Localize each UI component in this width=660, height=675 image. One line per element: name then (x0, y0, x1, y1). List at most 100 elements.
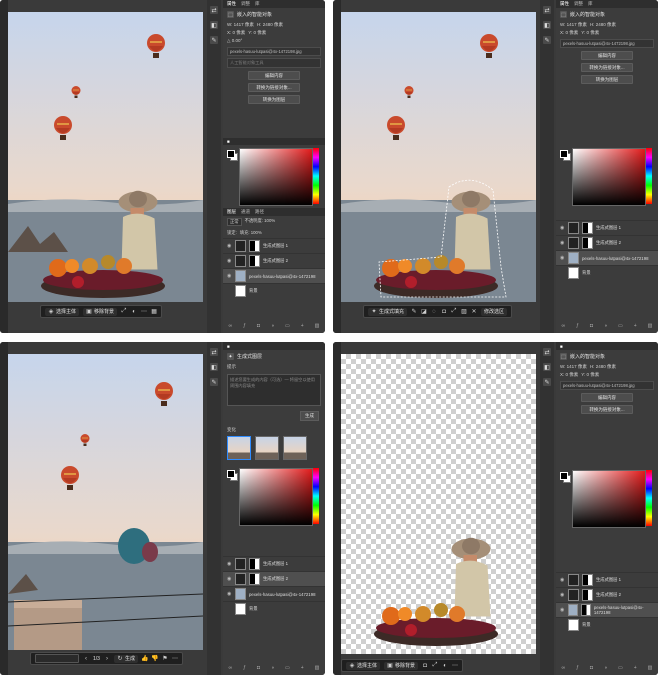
history-icon[interactable]: ⇄ (543, 348, 551, 356)
x-value[interactable]: X: 0 像素 (227, 30, 245, 36)
tab-channels[interactable]: 通道 (241, 209, 250, 215)
hue-slider[interactable] (646, 148, 652, 204)
tab-paths[interactable]: 路径 (255, 209, 264, 215)
thumbs-down-icon[interactable]: 👎 (151, 656, 158, 662)
fill-field[interactable]: 填充: 100% (240, 230, 262, 236)
color-field[interactable] (572, 470, 646, 528)
angle-value[interactable]: △ 0.00° (227, 38, 242, 44)
pin-icon[interactable]: ▦ (151, 309, 157, 315)
history-icon[interactable]: ⇄ (543, 6, 551, 14)
select-subject-button[interactable]: ◈ 选择主体 (346, 661, 381, 670)
mask-icon[interactable]: ◘ (590, 665, 593, 671)
eye-icon[interactable]: ◉ (560, 592, 565, 598)
layer-row[interactable]: ◉ 生成式图层 2 (556, 587, 658, 602)
more-icon[interactable]: ⋯ (141, 309, 147, 315)
history-icon[interactable]: ⇄ (210, 6, 218, 14)
feather-icon[interactable]: ◌ (431, 309, 437, 315)
fx-icon[interactable]: ƒ (243, 323, 246, 329)
blend-mode-select[interactable]: 正常 (227, 218, 242, 226)
layer-row[interactable]: ◉ 生成式图层 1 (223, 238, 325, 253)
fill-icon[interactable]: ▨ (461, 309, 467, 315)
eye-icon[interactable]: ◉ (227, 258, 232, 264)
prompt-textarea[interactable]: 描述您要生成的内容（可选）— 将留空以使用周围内容填充 (227, 374, 321, 406)
link-icon[interactable]: ∞ (229, 323, 233, 329)
fx-icon[interactable]: ƒ (576, 323, 579, 329)
eye-icon[interactable]: ◉ (227, 273, 232, 279)
hue-slider[interactable] (646, 470, 652, 526)
adjustment-icon[interactable]: ◑ (604, 665, 607, 671)
tab-color[interactable]: ■ (227, 139, 230, 144)
y-value[interactable]: Y: 0 像素 (581, 372, 599, 378)
tab-properties[interactable]: ■ (560, 344, 563, 349)
tab-properties[interactable]: 属性 (227, 1, 236, 7)
width-value[interactable]: W: 1417 像素 (560, 22, 587, 28)
adjust-icon[interactable]: ◐ (131, 309, 137, 315)
mask-icon[interactable]: ◘ (590, 323, 593, 329)
layer-row[interactable]: ◉ 生成式图层 2 (556, 235, 658, 250)
link-icon[interactable]: ∞ (229, 665, 233, 671)
invert-icon[interactable]: ◪ (421, 309, 427, 315)
folder-icon[interactable]: ▭ (618, 323, 623, 329)
width-value[interactable]: W: 1417 像素 (560, 364, 587, 370)
transform-icon[interactable]: ⤢ (432, 662, 438, 669)
trash-icon[interactable]: ▥ (648, 665, 653, 671)
more-icon[interactable]: ⋯ (172, 656, 178, 662)
color-field[interactable] (572, 148, 646, 206)
eye-icon[interactable]: ◉ (560, 225, 565, 231)
eye-icon[interactable]: ◉ (227, 576, 232, 582)
new-layer-icon[interactable]: + (301, 665, 304, 671)
layer-row[interactable]: 背景 (223, 283, 325, 298)
tab-properties[interactable]: ■ (227, 344, 230, 349)
link-icon[interactable]: ∞ (562, 665, 566, 671)
layer-row[interactable]: ◉ pexels-hasuu-lutpasi@4x-1472198 (556, 602, 658, 617)
layer-row[interactable]: ◉ 生成式图层 2 (223, 253, 325, 268)
variation-thumb[interactable] (283, 436, 307, 460)
properties-icon[interactable]: ◧ (210, 363, 218, 371)
generative-fill-button[interactable]: ✦ 生成式填充 (368, 307, 408, 316)
layer-row[interactable]: 背景 (556, 265, 658, 280)
edit-contents-button[interactable]: 编辑内容 (581, 393, 633, 402)
adjustment-icon[interactable]: ◑ (604, 323, 607, 329)
opacity-field[interactable]: 不透明度: 100% (245, 218, 276, 226)
convert-layers-button[interactable]: 转换为图层 (581, 75, 633, 84)
new-layer-icon[interactable]: + (634, 323, 637, 329)
eye-icon[interactable]: ◉ (560, 577, 565, 583)
link-icon[interactable]: ∞ (562, 323, 566, 329)
trash-icon[interactable]: ▥ (315, 665, 320, 671)
generate-button[interactable]: 生成 (300, 411, 319, 421)
brush-icon[interactable]: ✎ (543, 378, 551, 386)
x-value[interactable]: X: 0 像素 (560, 372, 578, 378)
document-canvas[interactable] (8, 354, 203, 650)
remove-background-button[interactable]: ▣ 移除背景 (384, 661, 419, 670)
layer-row[interactable]: ◉ 生成式图层 1 (223, 556, 325, 571)
trash-icon[interactable]: ▥ (315, 323, 320, 329)
close-icon[interactable]: ✕ (471, 309, 477, 315)
tab-libraries[interactable]: 库 (255, 1, 260, 7)
variation-thumb[interactable] (227, 436, 251, 460)
chevron-left-icon[interactable]: ‹ (83, 656, 89, 662)
select-subject-button[interactable]: ◈ 选择主体 (45, 307, 80, 316)
layer-row[interactable]: ◉ 生成式图层 2 (223, 571, 325, 586)
properties-icon[interactable]: ◧ (210, 21, 218, 29)
layer-row[interactable]: ◉ 生成式图层 1 (556, 220, 658, 235)
folder-icon[interactable]: ▭ (618, 665, 623, 671)
layer-row[interactable]: ◉ 生成式图层 1 (556, 572, 658, 587)
foreground-swatch[interactable] (227, 150, 235, 158)
mask-icon[interactable]: ◘ (422, 663, 428, 669)
y-value[interactable]: Y: 0 像素 (581, 30, 599, 36)
history-icon[interactable]: ⇄ (210, 348, 218, 356)
x-value[interactable]: X: 0 像素 (560, 30, 578, 36)
adjustment-icon[interactable]: ◑ (271, 665, 274, 671)
prompt-input[interactable] (35, 654, 79, 663)
brush-icon[interactable]: ✎ (210, 378, 218, 386)
eye-icon[interactable]: ◉ (227, 243, 232, 249)
layer-row[interactable]: 背景 (556, 617, 658, 632)
folder-icon[interactable]: ▭ (285, 665, 290, 671)
foreground-swatch[interactable] (560, 150, 568, 158)
mask-icon[interactable]: ◘ (257, 665, 260, 671)
width-value[interactable]: W: 1417 像素 (227, 22, 254, 28)
edit-contents-button[interactable]: 编辑内容 (581, 51, 633, 60)
adjustment-icon[interactable]: ◑ (271, 323, 274, 329)
y-value[interactable]: Y: 0 像素 (248, 30, 266, 36)
document-canvas[interactable] (8, 12, 203, 302)
